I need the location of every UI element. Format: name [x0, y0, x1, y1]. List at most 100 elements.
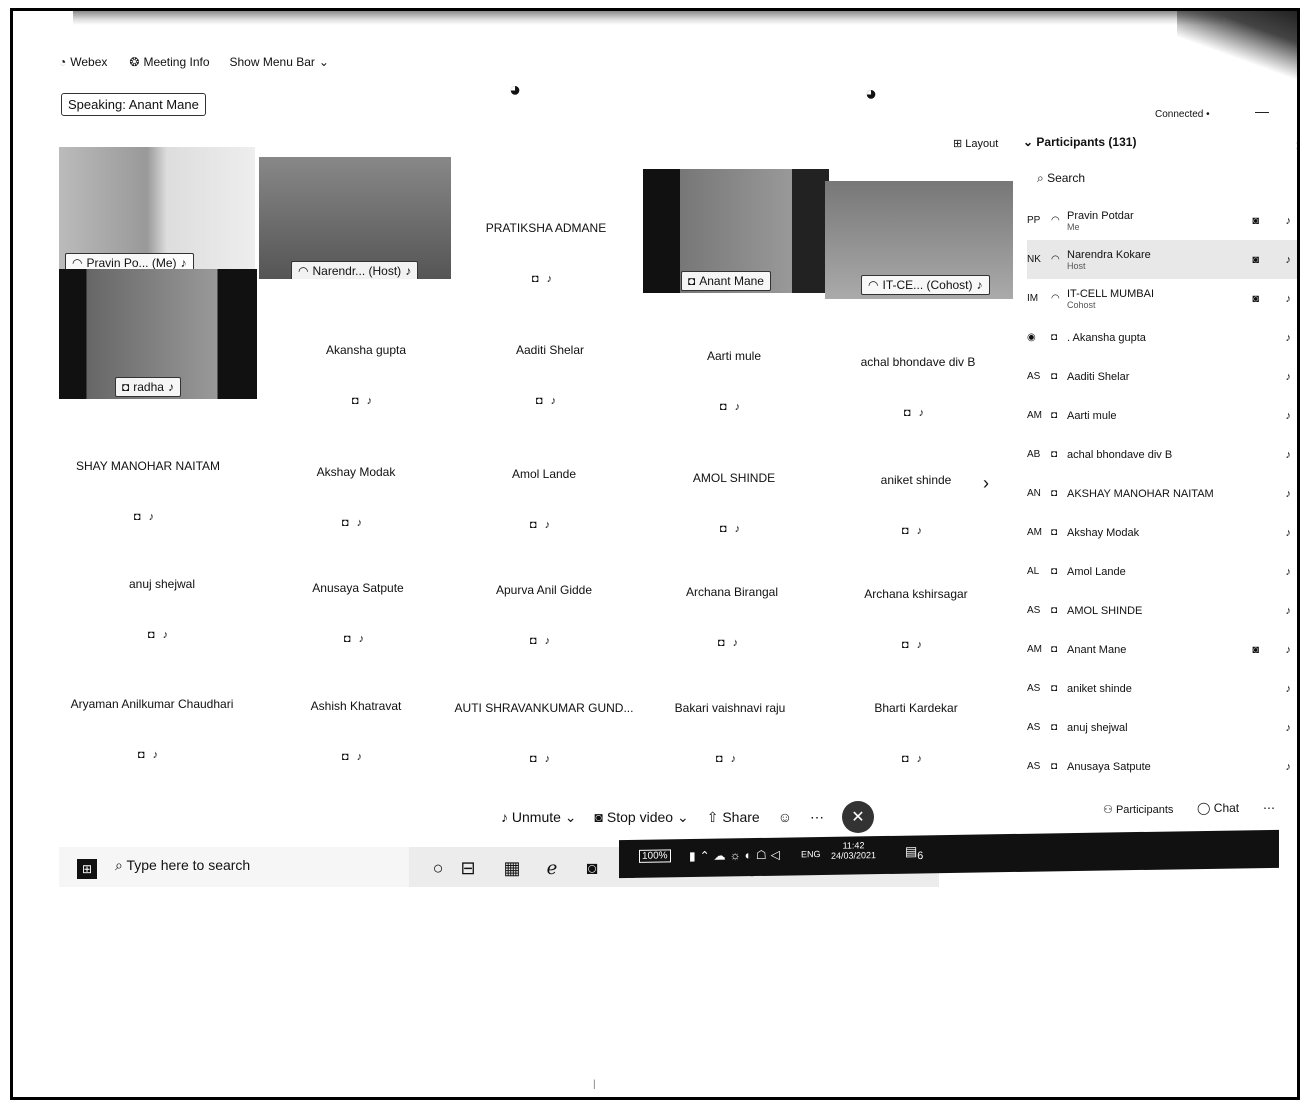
participants-header[interactable]: ⌄ Participants (131): [1023, 135, 1136, 149]
participant-tile[interactable]: Akansha gupta ◘♪: [271, 333, 461, 453]
tile-name: Archana kshirsagar: [864, 587, 968, 601]
participant-tile[interactable]: Aryaman Anilkumar Chaudhari ◘♪: [57, 687, 247, 807]
share-button[interactable]: ⇧ Share: [707, 809, 760, 826]
tile-icons: ◘♪: [529, 635, 559, 647]
edge-icon[interactable]: ℯ: [541, 857, 563, 879]
meeting-info-menu[interactable]: Meeting Info: [143, 55, 209, 69]
tile-icons: ◘♪: [529, 519, 559, 531]
participant-search[interactable]: ⌕ Search: [1037, 171, 1085, 186]
video-tile-itcell[interactable]: ◠ IT-CE... (Cohost) ♪: [825, 181, 1013, 299]
participant-tile[interactable]: anuj shejwal ◘♪: [67, 567, 257, 687]
tile-icons: ◘♪: [719, 523, 749, 535]
store-icon[interactable]: ▦: [501, 857, 523, 879]
participant-row[interactable]: AM ◘ Akshay Modak ♪: [1027, 513, 1297, 552]
participant-row[interactable]: IM ◠ IT-CELL MUMBAI Cohost ◙ ♪: [1027, 279, 1297, 318]
avatar-initials: NK: [1027, 254, 1041, 265]
clock[interactable]: 11:42 24/03/2021: [831, 840, 876, 861]
participant-tile[interactable]: AMOL SHINDE ◘♪: [639, 461, 829, 581]
participant-tile[interactable]: Amol Lande ◘♪: [449, 457, 639, 577]
taskbar-search-text: Type here to search: [126, 857, 251, 873]
video-off-icon: ◘: [1051, 605, 1058, 616]
participant-tile[interactable]: Akshay Modak ◘♪: [261, 455, 451, 575]
participant-tile[interactable]: Apurva Anil Gidde ◘♪: [449, 573, 639, 693]
participant-row[interactable]: AS ◘ aniket shinde ♪: [1027, 669, 1297, 708]
participant-tile[interactable]: AUTI SHRAVANKUMAR GUND... ◘♪: [449, 691, 639, 811]
video-tile-narendra[interactable]: ◠ Narendr... (Host) ♪: [259, 157, 451, 279]
participants-button[interactable]: ⚇ Participants: [1103, 803, 1173, 816]
more-icon[interactable]: ⋯: [1263, 801, 1275, 815]
unmute-button[interactable]: ♪ Unmute ⌄: [501, 809, 577, 826]
participant-row[interactable]: AS ◘ Aaditi Shelar ♪: [1027, 357, 1297, 396]
participant-tile[interactable]: Bharti Kardekar ◘♪: [821, 691, 1011, 811]
mic-icon: ♪: [1285, 487, 1292, 500]
tile-name: achal bhondave div B: [860, 355, 976, 369]
task-view-icon[interactable]: ⊟: [457, 857, 479, 879]
video-icon: ◙: [1252, 643, 1259, 656]
cortana-icon[interactable]: ○: [427, 857, 449, 879]
stop-video-button[interactable]: ◙ Stop video ⌄: [595, 809, 689, 826]
video-off-icon: ◘: [1051, 566, 1058, 577]
participant-tile[interactable]: Aarti mule ◘♪: [639, 339, 829, 459]
show-menu-bar[interactable]: Show Menu Bar: [230, 55, 315, 69]
participant-tile[interactable]: Ashish Khatravat ◘♪: [261, 689, 451, 809]
screenshot-frame: ◔ Webex ❂ Meeting Info Show Menu Bar ⌄ S…: [10, 8, 1300, 1100]
share-icon: ⇧: [706, 808, 719, 825]
mic-icon: ♪: [1285, 370, 1292, 383]
participant-row[interactable]: AM ◘ Anant Mane ◙ ♪: [1027, 630, 1297, 669]
participant-tile[interactable]: Archana kshirsagar ◘♪: [821, 577, 1011, 697]
participant-row[interactable]: AS ◘ Anusaya Satpute ♪: [1027, 747, 1297, 786]
participant-row[interactable]: AS ◘ AMOL SHINDE ♪: [1027, 591, 1297, 630]
participant-role: Host: [1067, 260, 1086, 271]
notification-icon[interactable]: ▤6: [905, 843, 923, 862]
video-tile-radha[interactable]: ◘ radha ♪: [59, 269, 257, 399]
headset-icon: ◠: [72, 256, 83, 270]
participant-tile[interactable]: PRATIKSHA ADMANE ◘♪: [451, 211, 641, 331]
mic-icon: ♪: [1285, 448, 1292, 461]
sort-icon[interactable]: ⇅: [1297, 173, 1300, 187]
system-tray: 100% ▮⌃☁☼◐☖◁ ENG 11:42 24/03/2021 ▤6: [619, 829, 1279, 879]
participant-row[interactable]: AM ◘ Aarti mule ♪: [1027, 396, 1297, 435]
taskbar-search[interactable]: ⌕ Type here to search: [115, 857, 250, 874]
speaking-indicator: Speaking: Anant Mane: [61, 93, 206, 116]
participant-tile[interactable]: Anusaya Satpute ◘♪: [263, 571, 453, 691]
minimize-icon[interactable]: —: [1255, 103, 1269, 119]
participant-tile[interactable]: Bakari vaishnavi raju ◘♪: [635, 691, 825, 811]
tray-icons[interactable]: ▮⌃☁☼◐☖◁: [689, 848, 784, 863]
video-tile-anant[interactable]: ◘ Anant Mane: [643, 169, 829, 293]
windows-start-icon[interactable]: ⊞: [77, 859, 97, 879]
mic-icon: ♪: [180, 256, 187, 270]
video-name: radha: [133, 380, 164, 394]
participant-tile[interactable]: Archana Birangal ◘♪: [637, 575, 827, 695]
tile-name: Bharti Kardekar: [874, 701, 958, 715]
more-icon[interactable]: ⋯: [810, 809, 824, 826]
participant-tile[interactable]: SHAY MANOHAR NAITAM ◘♪: [53, 449, 243, 569]
participant-tile[interactable]: achal bhondave div B ◘♪: [823, 345, 1013, 465]
avatar-initials: AS: [1027, 371, 1041, 382]
participant-tile[interactable]: Aaditi Shelar ◘♪: [455, 333, 645, 453]
close-icon[interactable]: ✕: [1295, 139, 1297, 153]
language-indicator[interactable]: ENG: [801, 849, 821, 859]
participant-name: IT-CELL MUMBAI: [1067, 287, 1154, 300]
next-page-icon[interactable]: ›: [983, 473, 989, 494]
participant-row[interactable]: AL ◘ Amol Lande ♪: [1027, 552, 1297, 591]
chat-button[interactable]: ◯ Chat: [1197, 801, 1239, 815]
video-tile-pravin[interactable]: ◠ Pravin Po... (Me) ♪: [59, 147, 255, 277]
participant-row[interactable]: PP ◠ Pravin Potdar Me ◙ ♪: [1027, 201, 1297, 240]
layout-button[interactable]: ⊞ Layout: [953, 137, 998, 150]
participant-row[interactable]: AB ◘ achal bhondave div B ♪: [1027, 435, 1297, 474]
webex-menu[interactable]: Webex: [70, 55, 107, 69]
mic-icon: ♪: [1285, 604, 1292, 617]
camera-app-icon[interactable]: ◙: [581, 857, 603, 879]
tile-icons: ◘♪: [901, 525, 931, 537]
mic-icon: ♪: [1285, 565, 1292, 578]
headset-icon: ◠: [1051, 293, 1060, 304]
participant-row[interactable]: AN ◘ AKSHAY MANOHAR NAITAM ♪: [1027, 474, 1297, 513]
end-call-button[interactable]: ✕: [841, 801, 874, 833]
participant-row[interactable]: ◉ ◘ . Akansha gupta ♪: [1027, 318, 1297, 357]
reactions-icon[interactable]: ☺: [778, 809, 792, 825]
participant-row[interactable]: NK ◠ Narendra Kokare Host ◙ ♪: [1027, 240, 1297, 279]
participant-row[interactable]: AS ◘ anuj shejwal ♪: [1027, 708, 1297, 747]
participant-role: Cohost: [1067, 299, 1096, 310]
participant-name: aniket shinde: [1067, 682, 1132, 695]
battery-indicator: 100%: [639, 849, 671, 863]
